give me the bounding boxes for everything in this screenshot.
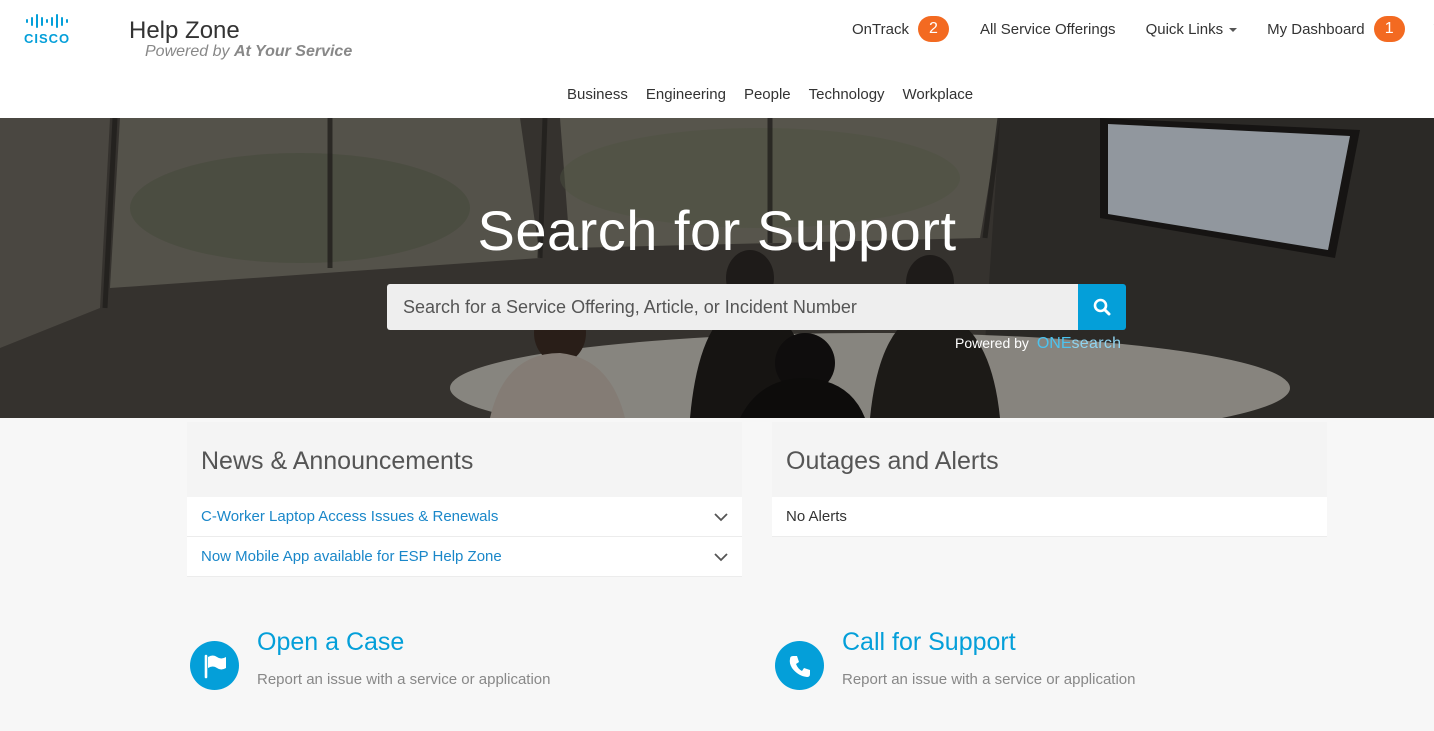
logo-text: CISCO (24, 31, 71, 46)
news-item[interactable]: Now Mobile App available for ESP Help Zo… (187, 537, 742, 577)
powered-by-name: At Your Service (233, 43, 353, 60)
dashboard-count-badge: 1 (1373, 16, 1405, 42)
powered-by-onesearch: Powered by ONEsearch (955, 335, 1121, 353)
nav-all-service-offerings-label: All Service Offerings (979, 20, 1116, 38)
news-item-link[interactable]: Now Mobile App available for ESP Help Zo… (201, 548, 714, 565)
open-case-description: Report an issue with a service or applic… (257, 671, 551, 688)
site-header: CISCO Help Zone Powered by At Your Servi… (0, 0, 1434, 118)
subnav-technology[interactable]: Technology (809, 86, 885, 103)
onesearch-logo-one: ONE (1036, 335, 1072, 352)
nav-my-dashboard-label: My Dashboard (1267, 20, 1365, 38)
news-item[interactable]: C-Worker Laptop Access Issues & Renewals (187, 497, 742, 537)
search-input[interactable] (387, 284, 1078, 330)
news-title: News & Announcements (201, 447, 474, 475)
phone-icon[interactable] (775, 641, 824, 690)
office-meeting-photo (0, 118, 1434, 418)
open-case-title[interactable]: Open a Case (257, 628, 404, 657)
onesearch-logo-search: search (1071, 335, 1122, 352)
nav-ontrack[interactable]: OnTrack 2 (852, 16, 949, 42)
subnav-workplace[interactable]: Workplace (903, 86, 974, 103)
cisco-logo[interactable]: CISCO (24, 12, 88, 46)
search-icon (1093, 298, 1111, 316)
powered-by-prefix: Powered by (145, 43, 230, 60)
hero-banner: Search for Support Powered by ONEsearch (0, 118, 1434, 418)
search-bar (387, 284, 1126, 330)
outages-title: Outages and Alerts (786, 447, 999, 475)
news-item-link[interactable]: C-Worker Laptop Access Issues & Renewals (201, 508, 714, 525)
caret-down-icon (1229, 28, 1238, 32)
subnav-engineering[interactable]: Engineering (646, 86, 726, 103)
call-support-title[interactable]: Call for Support (842, 628, 1016, 657)
powered-by-label: Powered by (955, 335, 1029, 351)
no-alerts-text: No Alerts (786, 508, 847, 525)
nav-my-dashboard[interactable]: My Dashboard 1 (1267, 16, 1405, 42)
top-navigation: OnTrack 2 All Service Offerings Quick Li… (852, 16, 1434, 42)
chevron-down-icon[interactable] (714, 550, 728, 564)
nav-quick-links-label: Quick Links (1145, 20, 1224, 38)
news-panel: News & Announcements C-Worker Laptop Acc… (187, 422, 742, 577)
site-title[interactable]: Help Zone (129, 17, 240, 45)
nav-quick-links-dropdown[interactable]: Quick Links (1146, 21, 1238, 38)
ontrack-count-badge: 2 (917, 16, 949, 42)
outages-empty-row: No Alerts (772, 497, 1327, 537)
subnav-people[interactable]: People (744, 86, 791, 103)
category-navigation: Business Engineering People Technology W… (567, 86, 991, 103)
outages-panel: Outages and Alerts No Alerts (772, 422, 1327, 537)
call-support-description: Report an issue with a service or applic… (842, 671, 1136, 688)
search-button[interactable] (1078, 284, 1126, 330)
hero-title: Search for Support (477, 199, 957, 262)
subnav-business[interactable]: Business (567, 86, 628, 103)
flag-icon[interactable] (190, 641, 239, 690)
nav-ontrack-label: OnTrack (852, 20, 909, 38)
nav-all-service-offerings[interactable]: All Service Offerings (980, 21, 1116, 38)
site-subtitle: Powered by At Your Service (145, 43, 352, 61)
cisco-logo-bars-icon (26, 12, 88, 30)
chevron-down-icon[interactable] (714, 510, 728, 524)
